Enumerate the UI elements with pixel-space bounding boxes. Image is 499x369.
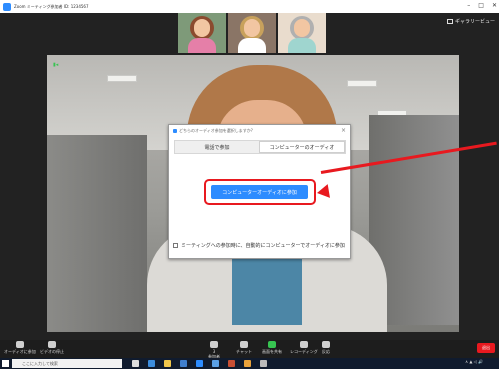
reactions-icon: [322, 341, 330, 348]
record-label: レコーディング: [290, 349, 318, 354]
video-camera-icon: [48, 341, 56, 348]
window-title: Zoom ミーティング参加者 ID: 1234567: [14, 3, 89, 9]
grid-icon: [446, 19, 453, 24]
zoom-logo-icon: [173, 129, 177, 133]
store-icon[interactable]: [180, 360, 187, 367]
reactions-button[interactable]: 反応: [322, 341, 330, 355]
share-screen-button[interactable]: 画面を共有: [262, 341, 282, 355]
edge-icon[interactable]: [148, 360, 155, 367]
system-tray: ∧ ▲ ◁ 🔊: [465, 359, 483, 364]
task-view-icon[interactable]: [132, 360, 139, 367]
chat-label: チャット: [236, 349, 252, 354]
zoom-taskbar-icon[interactable]: [196, 360, 203, 367]
settings-icon[interactable]: [260, 360, 267, 367]
window-controls: – □ ✕: [467, 2, 497, 9]
gallery-view-label: ギャラリービュー: [454, 19, 495, 25]
windows-start-icon[interactable]: [2, 360, 9, 367]
dialog-title-text: どちらのオーディオ参加を選択しますか?: [179, 128, 253, 133]
participant-thumbnail[interactable]: [228, 13, 276, 53]
meeting-toolbar: オーディオに参加 ビデオの停止 3 参加者 チャット 画面を共有 レコーディング…: [0, 340, 499, 359]
participant-thumbnail[interactable]: [178, 13, 226, 53]
ceiling-light: [107, 75, 137, 82]
zoom-logo-icon: [3, 2, 11, 11]
record-button[interactable]: レコーディング: [290, 341, 318, 355]
join-computer-audio-button[interactable]: コンピューターオーディオに参加: [211, 185, 308, 199]
maximize-icon[interactable]: □: [478, 2, 484, 9]
avatar-body: [238, 38, 266, 53]
audio-tabs: 電話で参加 コンピューターのオーディオ: [174, 140, 346, 154]
avatar-body: [288, 38, 316, 53]
tab-phone[interactable]: 電話で参加: [175, 141, 259, 153]
chrome-icon[interactable]: [244, 360, 251, 367]
auto-join-checkbox[interactable]: [173, 243, 178, 248]
chat-icon: [239, 341, 248, 348]
file-explorer-icon[interactable]: [164, 360, 171, 367]
join-audio-button[interactable]: オーディオに参加: [4, 341, 36, 355]
mic-active-icon: ▮◂: [53, 62, 59, 68]
windows-taskbar: ここに入力して検索 ∧ ▲ ◁ 🔊: [0, 358, 499, 369]
leave-meeting-button[interactable]: 退出: [477, 343, 495, 353]
participant-thumbnails: [178, 13, 326, 53]
reactions-label: 反応: [322, 349, 330, 354]
taskbar-search-input[interactable]: ここに入力して検索: [12, 359, 122, 368]
avatar-face: [194, 19, 210, 37]
close-window-icon[interactable]: ✕: [492, 2, 497, 9]
join-audio-label: オーディオに参加: [4, 349, 36, 354]
headphones-icon: [15, 341, 24, 348]
tab-computer-audio[interactable]: コンピューターのオーディオ: [259, 141, 345, 153]
office-icon[interactable]: [228, 360, 235, 367]
minimize-icon[interactable]: –: [467, 2, 470, 9]
participant-thumbnail[interactable]: [278, 13, 326, 53]
stop-video-button[interactable]: ビデオの停止: [40, 341, 64, 355]
callout-arrow-head: [315, 184, 330, 200]
auto-join-label: ミーティングへの参加時に、自動的にコンピューターでオーディオに参加: [181, 243, 345, 249]
share-screen-label: 画面を共有: [262, 349, 282, 354]
zoom-meeting-screen: Zoom ミーティング参加者 ID: 1234567 – □ ✕ ▮◂ ギャラリ…: [0, 0, 499, 369]
window-titlebar: Zoom ミーティング参加者 ID: 1234567 – □ ✕: [0, 0, 499, 13]
close-icon[interactable]: ×: [341, 127, 346, 134]
record-icon: [299, 341, 308, 348]
stop-video-label: ビデオの停止: [40, 349, 64, 354]
participants-icon: [210, 341, 218, 348]
auto-join-option[interactable]: ミーティングへの参加時に、自動的にコンピューターでオーディオに参加: [173, 242, 345, 249]
gallery-view-button[interactable]: ギャラリービュー: [446, 18, 495, 25]
avatar-body: [188, 38, 216, 53]
dialog-title: どちらのオーディオ参加を選択しますか?: [173, 128, 253, 134]
share-screen-icon: [268, 341, 276, 348]
ceiling-light: [347, 80, 377, 87]
avatar-face: [294, 19, 310, 37]
avatar-face: [244, 19, 260, 37]
chat-button[interactable]: チャット: [236, 341, 252, 355]
corridor-wall-left: [47, 135, 147, 332]
mail-icon[interactable]: [212, 360, 219, 367]
